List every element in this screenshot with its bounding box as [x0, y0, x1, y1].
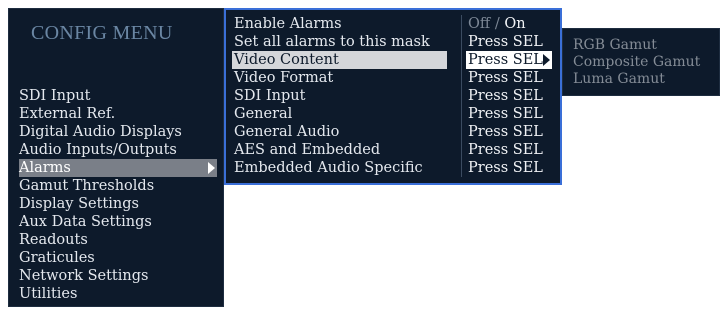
config-menu-title: CONFIG MENU	[31, 22, 173, 44]
toggle-separator: /	[494, 16, 500, 32]
submenu-row-video-format[interactable]: Video Format Press SEL	[232, 69, 558, 87]
toggle-off-option: Off	[468, 16, 491, 32]
menu-item-label: Readouts	[19, 232, 88, 248]
submenu-row-label: Video Format	[234, 70, 334, 86]
submenu-row-value: Press SEL	[468, 52, 543, 68]
alarms-submenu-list: Enable Alarms Off / On Set all alarms to…	[232, 15, 558, 177]
menu-item-label: Network Settings	[19, 268, 149, 284]
submenu-row-general-audio[interactable]: General Audio Press SEL	[232, 123, 558, 141]
menu-item-label: Alarms	[19, 160, 71, 176]
enable-alarms-toggle[interactable]: Off / On	[466, 15, 552, 33]
video-content-submenu-panel: RGB Gamut Composite Gamut Luma Gamut	[562, 28, 720, 96]
column-divider	[461, 15, 462, 33]
menu-item-label: Gamut Thresholds	[19, 178, 155, 194]
submenu-row-value-selected[interactable]: Press SEL	[466, 51, 552, 69]
column-divider	[461, 69, 462, 87]
menu-item-label: External Ref.	[19, 106, 116, 122]
submenu-row-label: Embedded Audio Specific	[234, 160, 423, 176]
menu-item-label: Audio Inputs/Outputs	[19, 142, 177, 158]
menu-item-label: Digital Audio Displays	[19, 124, 182, 140]
submenu-row-general[interactable]: General Press SEL	[232, 105, 558, 123]
submenu-arrow-icon	[208, 162, 215, 174]
column-divider	[461, 33, 462, 51]
config-menu-panel: CONFIG MENU SDI Input External Ref. Digi…	[8, 8, 224, 307]
submenu-row-set-all-alarms[interactable]: Set all alarms to this mask Press SEL	[232, 33, 558, 51]
menu-item-digital-audio-displays[interactable]: Digital Audio Displays	[19, 123, 217, 141]
menu-item-aux-data-settings[interactable]: Aux Data Settings	[19, 213, 217, 231]
toggle-on-option: On	[504, 16, 526, 32]
menu-item-label: Aux Data Settings	[19, 214, 152, 230]
submenu-row-value[interactable]: Press SEL	[466, 141, 552, 159]
menu-item-sdi-input[interactable]: SDI Input	[19, 87, 217, 105]
submenu-row-video-content[interactable]: Video Content Press SEL	[232, 51, 558, 69]
column-divider	[461, 123, 462, 141]
menu-item-audio-inputs-outputs[interactable]: Audio Inputs/Outputs	[19, 141, 217, 159]
menu-item-alarms[interactable]: Alarms	[19, 159, 217, 177]
menu-item-readouts[interactable]: Readouts	[19, 231, 217, 249]
submenu-item-composite-gamut[interactable]: Composite Gamut	[573, 54, 700, 71]
submenu-row-value[interactable]: Press SEL	[466, 69, 552, 87]
menu-item-label: SDI Input	[19, 88, 91, 104]
column-divider	[461, 159, 462, 177]
menu-item-gamut-thresholds[interactable]: Gamut Thresholds	[19, 177, 217, 195]
alarms-submenu-panel: Enable Alarms Off / On Set all alarms to…	[224, 8, 562, 185]
menu-item-label: Utilities	[19, 286, 78, 302]
submenu-item-luma-gamut[interactable]: Luma Gamut	[573, 71, 700, 88]
submenu-row-label: General	[234, 106, 293, 122]
menu-item-display-settings[interactable]: Display Settings	[19, 195, 217, 213]
menu-item-utilities[interactable]: Utilities	[19, 285, 217, 303]
submenu-row-label: Enable Alarms	[234, 16, 342, 32]
menu-item-label: Display Settings	[19, 196, 139, 212]
main-menu-list: SDI Input External Ref. Digital Audio Di…	[19, 87, 217, 303]
instrument-screen: CONFIG MENU SDI Input External Ref. Digi…	[0, 0, 727, 310]
column-divider	[461, 141, 462, 159]
submenu-row-value[interactable]: Press SEL	[466, 159, 552, 177]
menu-item-graticules[interactable]: Graticules	[19, 249, 217, 267]
submenu-row-label: Video Content	[232, 51, 447, 69]
submenu-row-label: General Audio	[234, 124, 340, 140]
menu-item-network-settings[interactable]: Network Settings	[19, 267, 217, 285]
submenu-row-value[interactable]: Press SEL	[466, 105, 552, 123]
submenu-row-label: Set all alarms to this mask	[234, 34, 430, 50]
submenu-row-value[interactable]: Press SEL	[466, 87, 552, 105]
submenu-row-value[interactable]: Press SEL	[466, 123, 552, 141]
submenu-row-sdi-input[interactable]: SDI Input Press SEL	[232, 87, 558, 105]
video-content-submenu-list: RGB Gamut Composite Gamut Luma Gamut	[573, 37, 700, 88]
submenu-row-embedded-audio-specific[interactable]: Embedded Audio Specific Press SEL	[232, 159, 558, 177]
submenu-row-label: SDI Input	[234, 88, 306, 104]
submenu-row-aes-and-embedded[interactable]: AES and Embedded Press SEL	[232, 141, 558, 159]
menu-item-label: Graticules	[19, 250, 95, 266]
submenu-row-label: AES and Embedded	[234, 142, 381, 158]
column-divider	[461, 105, 462, 123]
column-divider	[461, 51, 462, 69]
column-divider	[461, 87, 462, 105]
menu-item-external-ref[interactable]: External Ref.	[19, 105, 217, 123]
submenu-row-enable-alarms[interactable]: Enable Alarms Off / On	[232, 15, 558, 33]
submenu-arrow-icon	[543, 54, 550, 66]
submenu-row-value[interactable]: Press SEL	[466, 33, 552, 51]
submenu-item-rgb-gamut[interactable]: RGB Gamut	[573, 37, 700, 54]
